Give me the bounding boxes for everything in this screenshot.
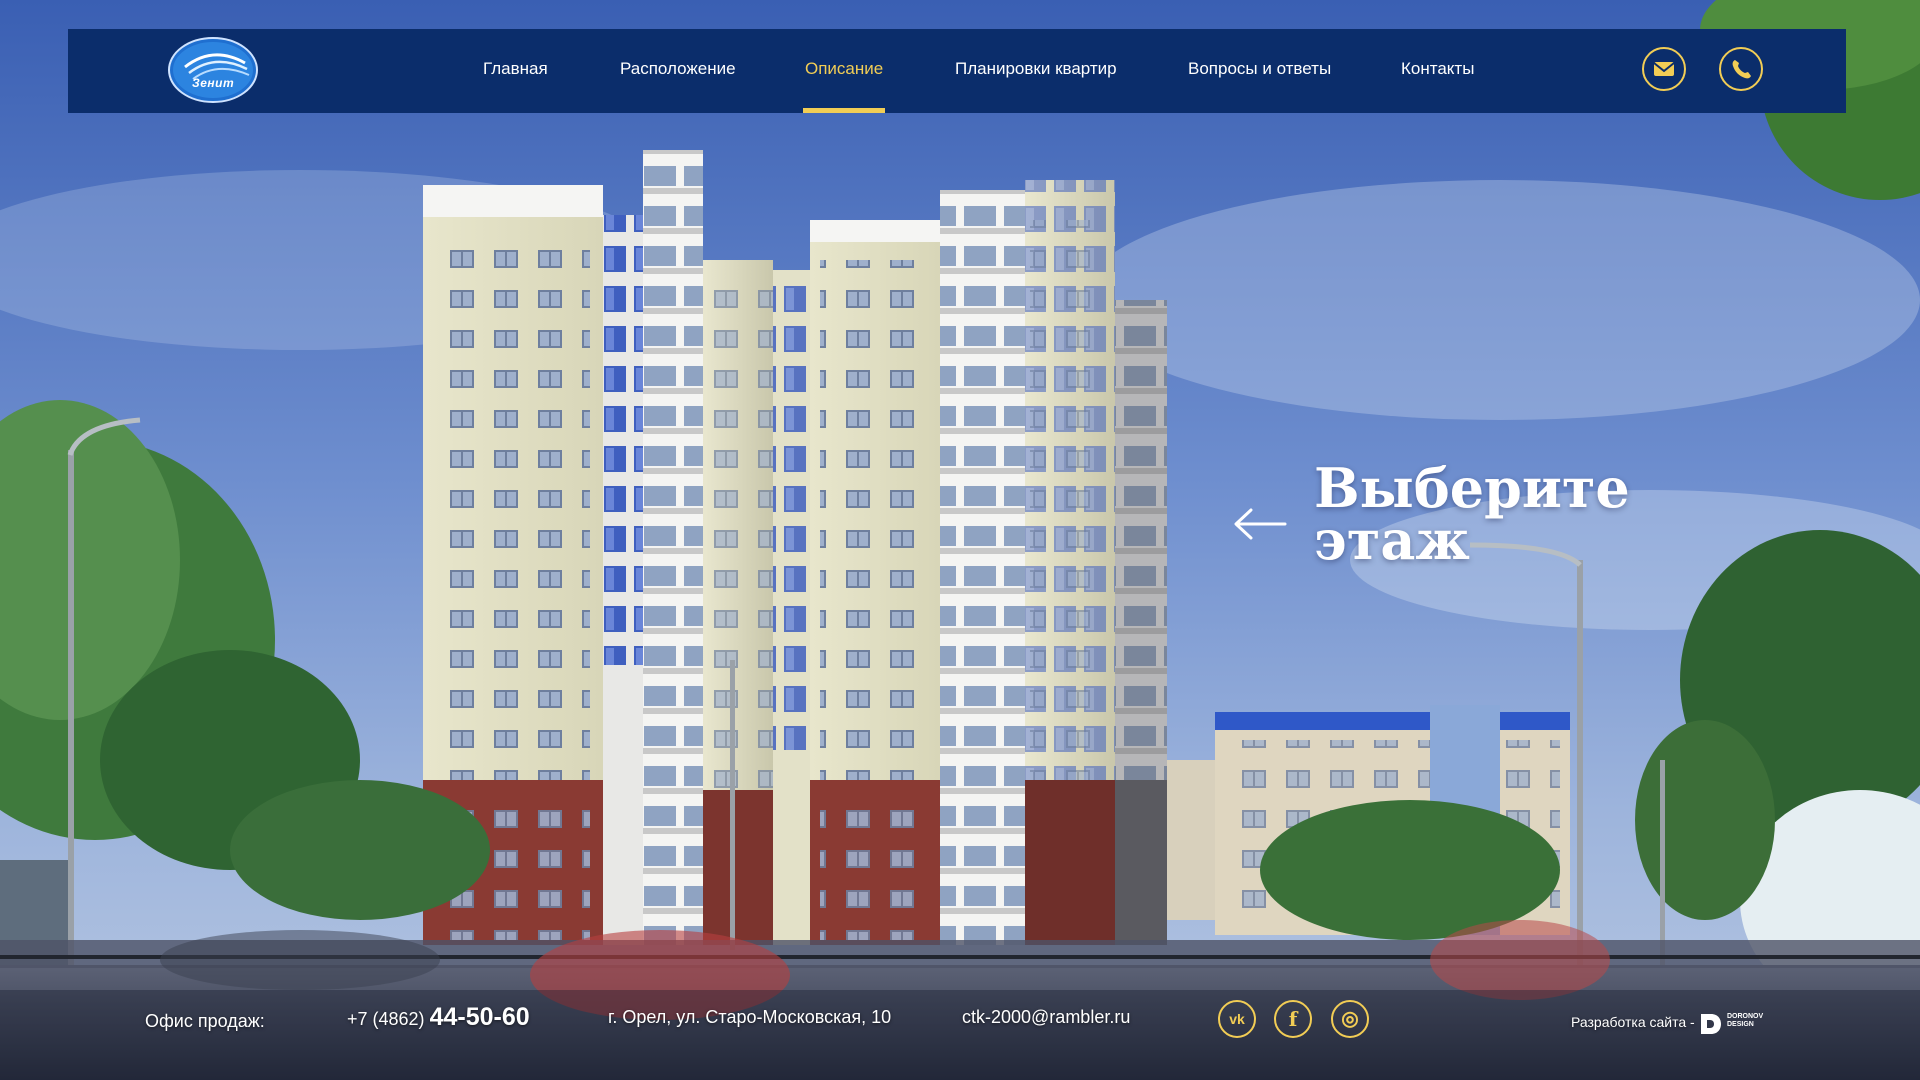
logo-emblem	[168, 37, 258, 103]
developer-logo-line2: DESIGN	[1727, 1021, 1754, 1028]
select-floor-arrow[interactable]	[1233, 506, 1287, 547]
select-floor-title-line1: Выберите	[1314, 456, 1630, 520]
nav-item-faq[interactable]: Вопросы и ответы	[1188, 59, 1331, 79]
developer-logo-icon[interactable]	[1699, 1012, 1723, 1036]
top-nav-bar: Зенит Главная Расположение Описание План…	[68, 29, 1846, 113]
mail-icon	[1653, 62, 1675, 76]
instagram-button[interactable]: ◎	[1331, 1000, 1369, 1038]
office-address: г. Орел, ул. Старо-Московская, 10	[608, 1007, 892, 1027]
sales-office-label: Офис продаж:	[145, 1011, 265, 1031]
select-floor-title-line2: этаж	[1314, 508, 1470, 572]
sales-phone-number: 44-50-60	[429, 1003, 530, 1031]
select-floor-title[interactable]: Выберите этаж	[1314, 456, 1634, 572]
phone-icon	[1732, 60, 1751, 79]
mail-button[interactable]	[1642, 47, 1686, 91]
active-nav-indicator	[803, 108, 885, 113]
instagram-icon: ◎	[1341, 1008, 1359, 1030]
sales-phone[interactable]: +7 (4862) 44-50-60	[347, 1003, 530, 1032]
phone-button[interactable]	[1719, 47, 1763, 91]
nav-item-home[interactable]: Главная	[483, 59, 548, 79]
developer-credit-label: Разработка сайта -	[1571, 1014, 1695, 1030]
nav-item-floor-plans[interactable]: Планировки квартир	[955, 59, 1117, 79]
nav-item-description[interactable]: Описание	[805, 59, 883, 79]
nav-item-contacts[interactable]: Контакты	[1401, 59, 1474, 79]
logo-text: Зенит	[192, 76, 235, 90]
developer-logo-text: DORONOV DESIGN	[1727, 1013, 1763, 1029]
developer-logo-line1: DORONOV	[1727, 1013, 1764, 1020]
facebook-icon: f	[1288, 1007, 1298, 1031]
vk-button[interactable]: vk	[1218, 1000, 1256, 1038]
vk-icon: vk	[1229, 1011, 1245, 1027]
nav-item-location[interactable]: Расположение	[620, 59, 736, 79]
logo[interactable]	[167, 37, 259, 103]
facebook-button[interactable]: f	[1274, 1000, 1312, 1038]
arrow-left-icon	[1234, 508, 1287, 540]
contact-email[interactable]: ctk-2000@rambler.ru	[962, 1007, 1130, 1028]
sales-phone-prefix: +7 (4862)	[347, 1009, 425, 1029]
